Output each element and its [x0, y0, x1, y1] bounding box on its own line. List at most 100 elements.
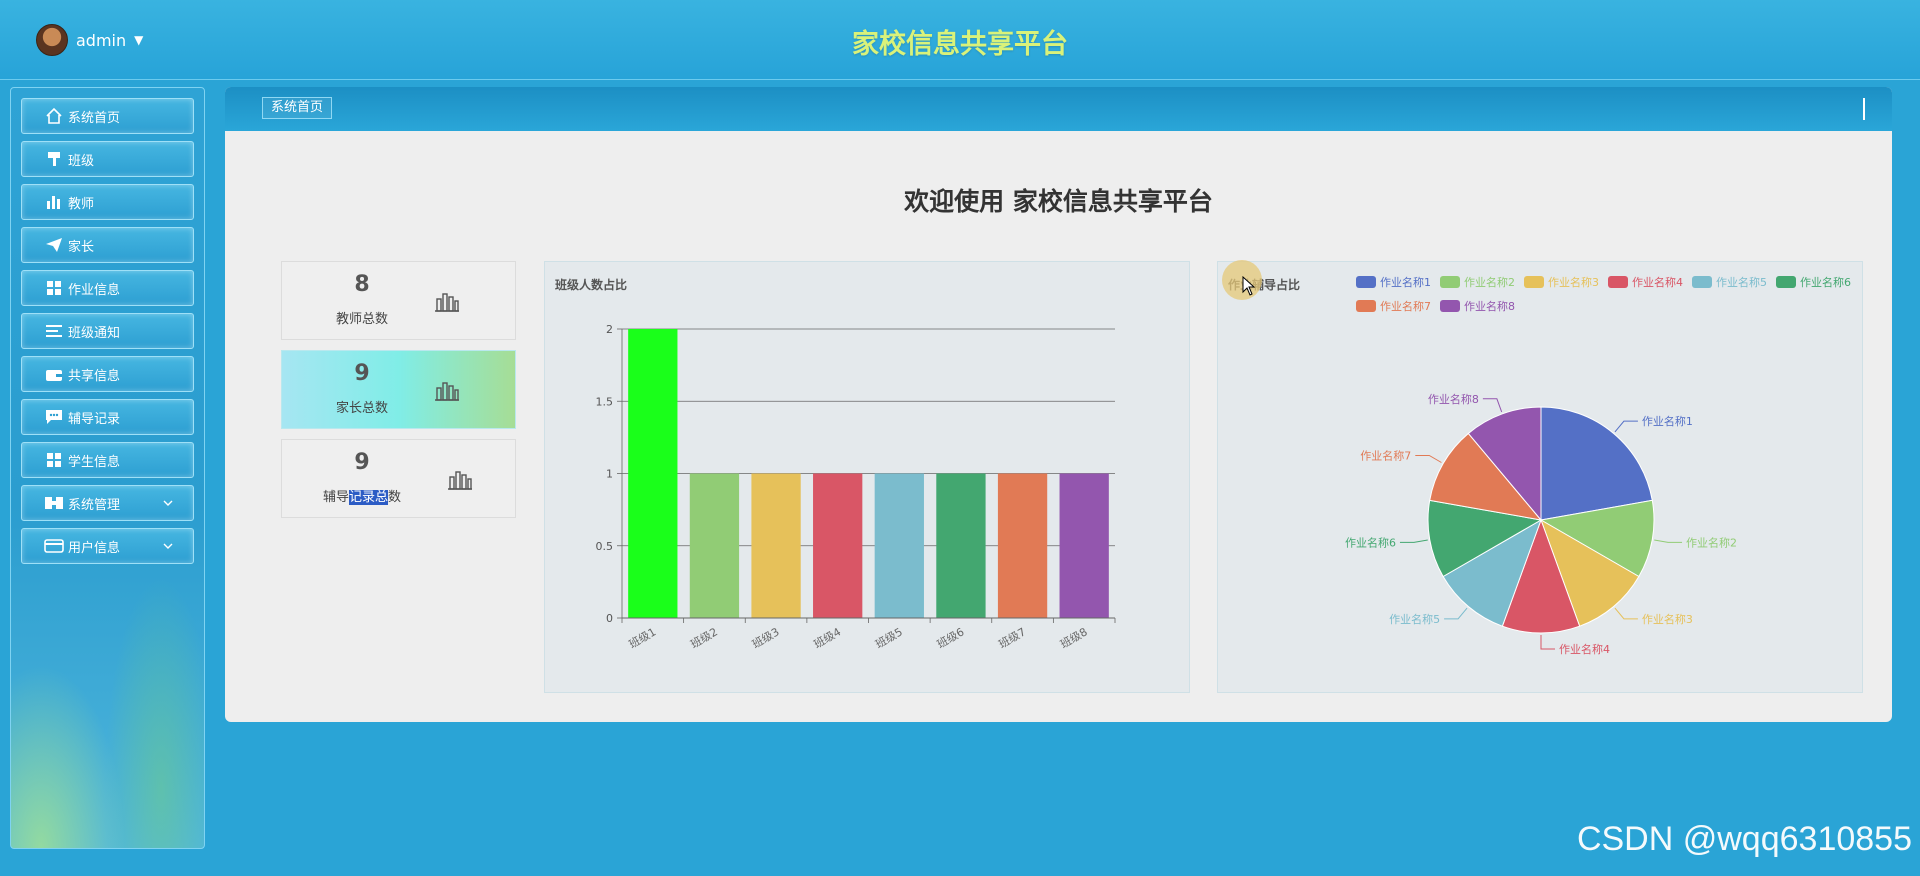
- sidebar-item-homework[interactable]: 作业信息: [21, 270, 194, 306]
- paint-roller-icon: [44, 149, 64, 169]
- x-tick-label: 班级2: [688, 625, 720, 651]
- bar-chart-outline-icon: [435, 382, 459, 401]
- watermark: CSDN @wqq6310855: [1576, 820, 1912, 858]
- bar: [936, 473, 986, 618]
- stat-value: 8: [354, 272, 370, 297]
- chevron-down-icon: [163, 496, 173, 511]
- parent-count-card[interactable]: 9 家长总数: [281, 350, 516, 429]
- pie-label: 作业名称7: [1360, 449, 1411, 463]
- sidebar-item-label: 教师: [68, 196, 95, 212]
- wallet-icon: [44, 364, 64, 384]
- app-title: 家校信息共享平台: [852, 29, 1068, 60]
- pie-chart-panel: 作业辅导占比 作业名称1 作业名称2 作业名称3 作业名称4 作业名称5 作业名称6 作业名…: [1217, 261, 1863, 693]
- mouse-cursor-icon: [1242, 276, 1256, 296]
- sidebar-item-label: 系统管理: [68, 497, 121, 513]
- bar: [751, 473, 801, 618]
- pie-leader-line: [1444, 607, 1468, 620]
- sidebar-item-label: 家长: [68, 239, 95, 255]
- x-tick-label: 班级3: [750, 625, 782, 651]
- paper-plane-icon: [44, 235, 64, 255]
- welcome-title: 欢迎使用 家校信息共享平台: [904, 187, 1213, 216]
- pie-leader-line: [1614, 420, 1638, 433]
- sidebar-item-teacher[interactable]: 教师: [21, 184, 194, 220]
- sidebar-item-label: 系统首页: [68, 110, 121, 126]
- pie-leader-line: [1482, 398, 1503, 413]
- teacher-count-card[interactable]: 8 教师总数: [281, 261, 516, 340]
- sidebar-item-home[interactable]: 系统首页: [21, 98, 194, 134]
- sidebar-item-label: 作业信息: [68, 282, 121, 298]
- sidebar-item-shared-info[interactable]: 共享信息: [21, 356, 194, 392]
- pie-label: 作业名称1: [1642, 414, 1693, 428]
- bar-chart-panel: 班级人数占比 0 0.5 1 1.5 2 班级1 班级2 班级3 班级4 班级5 班级6 班级7 班级8: [544, 261, 1190, 693]
- x-tick-label: 班级8: [1058, 625, 1090, 651]
- breadcrumb-bar: 系统首页: [225, 87, 1892, 131]
- pie-label: 作业名称6: [1345, 535, 1396, 549]
- bar: [874, 473, 924, 618]
- pie-leader-line: [1399, 539, 1428, 543]
- sidebar: 系统首页 班级 教师 家长 作业信息 班级通知 共享信息 辅导记录 学生信息 系…: [10, 87, 205, 849]
- chevron-down-icon: [163, 539, 173, 554]
- pie-label: 作业名称2: [1686, 535, 1737, 549]
- main-panel: 系统首页 欢迎使用 家校信息共享平台 8 教师总数 9 家长总数 9 辅导记录总…: [225, 87, 1892, 722]
- sidebar-item-label: 共享信息: [68, 368, 121, 384]
- y-tick-label: 0: [606, 612, 613, 625]
- sidebar-item-label: 辅导记录: [68, 411, 121, 427]
- x-tick-label: 班级5: [873, 625, 905, 651]
- y-tick-label: 1.5: [596, 395, 614, 408]
- stat-label: 教师总数: [335, 312, 388, 327]
- y-tick-label: 2: [606, 323, 613, 336]
- sidebar-item-tutoring[interactable]: 辅导记录: [21, 399, 194, 435]
- sidebar-item-system-admin[interactable]: 系统管理: [21, 485, 194, 521]
- card-icon: [44, 536, 64, 556]
- pie-leader-line: [1654, 539, 1683, 543]
- bar-chart-icon: [44, 192, 64, 212]
- x-tick-label: 班级4: [812, 625, 844, 651]
- sidebar-item-label: 用户信息: [68, 540, 121, 556]
- x-tick-label: 班级7: [996, 625, 1028, 651]
- sidebar-item-class-notice[interactable]: 班级通知: [21, 313, 194, 349]
- pie-leader-line: [1540, 635, 1555, 650]
- message-icon: [44, 407, 64, 427]
- selected-text: 记录总: [348, 490, 388, 505]
- sidebar-item-user-info[interactable]: 用户信息: [21, 528, 194, 564]
- stat-value: 9: [354, 450, 370, 475]
- bar-chart: 0 0.5 1 1.5 2 班级1 班级2 班级3 班级4 班级5 班级6 班级7 班级8: [596, 323, 1116, 651]
- bar: [628, 329, 678, 618]
- x-tick-label: 班级6: [935, 625, 967, 651]
- grid-icon: [44, 450, 64, 470]
- sidebar-item-parent[interactable]: 家长: [21, 227, 194, 263]
- stat-label: 辅导记录总数: [282, 486, 442, 505]
- bar-chart-outline-icon: [448, 471, 472, 490]
- tutoring-count-card[interactable]: 9 辅导记录总数: [281, 439, 516, 518]
- bar: [997, 473, 1048, 618]
- pie-leader-line: [1614, 607, 1638, 620]
- sidebar-item-student[interactable]: 学生信息: [21, 442, 194, 478]
- stat-label-part: 数: [388, 490, 402, 505]
- y-tick-label: 0.5: [596, 540, 614, 553]
- pie-chart: 作业名称1 作业名称2 作业名称3 作业名称4 作业名称5 作业名称6 作业名称7 作业名称8: [1345, 392, 1737, 656]
- bar: [813, 473, 863, 618]
- list-icon: [44, 321, 64, 341]
- stat-label-part: 辅导: [322, 490, 349, 505]
- top-header: admin ▼ 家校信息共享平台: [0, 0, 1920, 80]
- pie-label: 作业名称8: [1428, 392, 1479, 406]
- pie-leader-line: [1415, 455, 1442, 463]
- y-tick-label: 1: [606, 468, 613, 481]
- bar-chart-outline-icon: [435, 293, 459, 312]
- sidebar-item-label: 学生信息: [68, 454, 121, 470]
- pie-label: 作业名称4: [1559, 642, 1610, 656]
- breadcrumb-divider: [1863, 98, 1865, 120]
- breadcrumb-home[interactable]: 系统首页: [262, 97, 333, 119]
- stat-label: 家长总数: [335, 401, 388, 416]
- sidebar-item-class[interactable]: 班级: [21, 141, 194, 177]
- grid-icon: [44, 278, 64, 298]
- stat-value: 9: [354, 361, 370, 386]
- bar: [689, 473, 740, 618]
- pie-label: 作业名称5: [1389, 612, 1440, 626]
- sidebar-menu: 系统首页 班级 教师 家长 作业信息 班级通知 共享信息 辅导记录 学生信息 系…: [11, 88, 204, 581]
- sidebar-item-label: 班级通知: [68, 325, 121, 341]
- home-icon: [44, 106, 64, 126]
- x-tick-label: 班级1: [627, 625, 659, 651]
- sidebar-item-label: 班级: [68, 153, 95, 169]
- bar: [1059, 473, 1109, 618]
